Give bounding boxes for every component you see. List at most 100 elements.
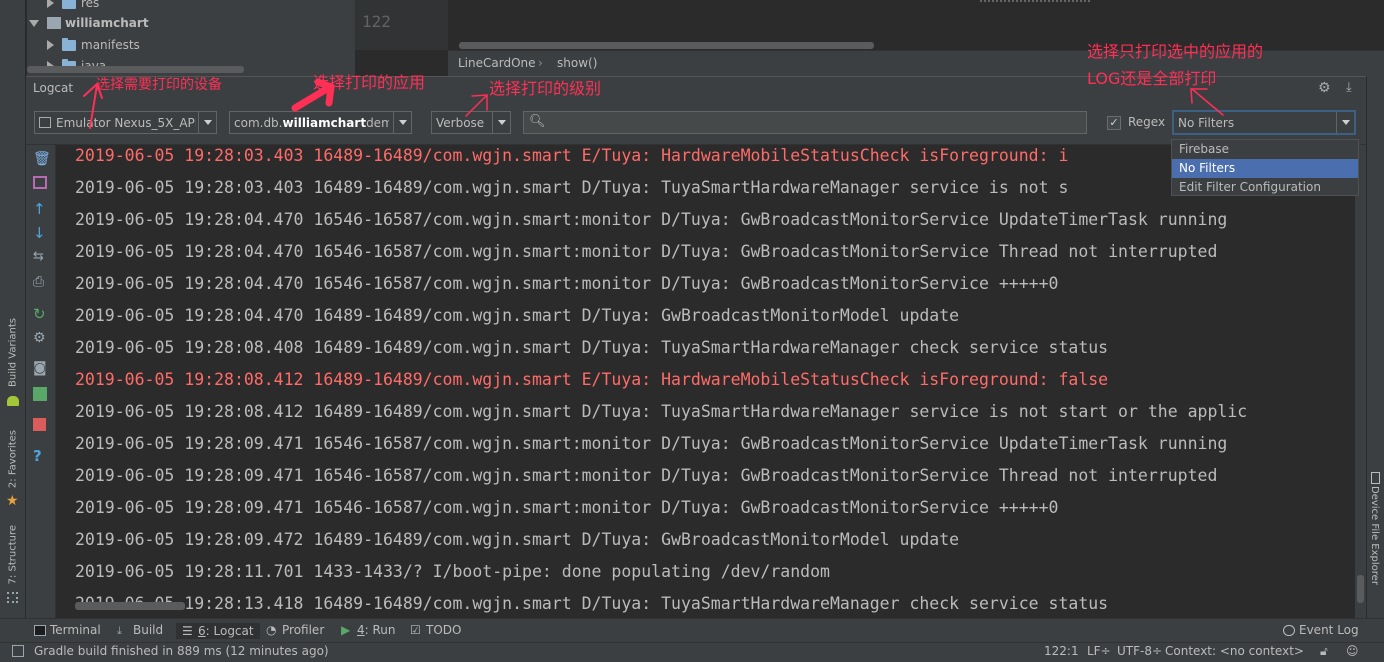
device-select-value: Emulator Nexus_5X_API	[56, 115, 196, 130]
log-line[interactable]: 2019-06-05 19:28:09.471 16546-16587/com.…	[75, 466, 1217, 485]
inspector-icon[interactable]: ☺	[1346, 644, 1359, 658]
build-variants-label: Build Variants	[7, 318, 19, 387]
annotation-device: 选择需要打印的设备	[96, 77, 222, 93]
regex-label: Regex	[1128, 115, 1166, 129]
build-variants-tab[interactable]: Build Variants	[3, 318, 23, 387]
chevron-down-icon[interactable]	[29, 19, 39, 27]
filter-select[interactable]: No Filters	[1172, 110, 1356, 135]
screen-record-icon[interactable]	[33, 387, 47, 401]
logcat-icon: ☰	[182, 623, 193, 638]
stop-icon[interactable]	[33, 418, 46, 431]
annotation-filter-line2: LOG还是全部打印	[1087, 69, 1217, 88]
app-package-prefix: com.db.	[234, 115, 283, 130]
filter-option-no-filters[interactable]: No Filters	[1172, 159, 1358, 178]
help-icon[interactable]: ?	[33, 447, 49, 465]
profiler-tab[interactable]: ◔ Profiler	[266, 623, 324, 637]
star-icon: ★	[6, 493, 19, 509]
device-explorer-icon	[1371, 472, 1380, 484]
file-encoding[interactable]: UTF-8÷	[1117, 644, 1162, 658]
right-tool-stripe: Device File Explorer	[1366, 76, 1384, 618]
filter-dropdown-menu: Firebase No Filters Edit Filter Configur…	[1171, 139, 1359, 196]
app-select[interactable]: com.db.williamchartdemo	[229, 111, 412, 134]
structure-tab[interactable]: 7: Structure	[3, 525, 23, 584]
log-line[interactable]: 2019-06-05 19:28:03.403 16489-16489/com.…	[75, 178, 1068, 197]
logcat-tab-mnemonic: 6	[198, 624, 206, 638]
vertical-scroll-thumb[interactable]	[1357, 575, 1364, 603]
caret-position[interactable]: 122:1	[1044, 644, 1079, 658]
log-line[interactable]: 2019-06-05 19:28:04.470 16546-16587/com.…	[75, 274, 1058, 293]
soft-wrap-icon[interactable]: ⇆	[33, 249, 49, 265]
log-line[interactable]: 2019-06-05 19:28:11.701 1433-1433/? I/bo…	[75, 562, 830, 581]
annotation-filter-line1: 选择只打印选中的应用的	[1087, 42, 1264, 61]
filter-option-edit-configuration[interactable]: Edit Filter Configuration	[1172, 178, 1358, 197]
log-line[interactable]: 2019-06-05 19:28:08.408 16489-16489/com.…	[75, 338, 1108, 357]
regex-checkbox[interactable]: ✓	[1107, 116, 1121, 130]
filter-option-firebase[interactable]: Firebase	[1172, 140, 1358, 159]
tree-item-williamchart[interactable]: williamchart	[29, 13, 149, 33]
device-file-explorer-tab[interactable]: Device File Explorer	[1369, 486, 1380, 585]
event-log-tab[interactable]: Event Log	[1283, 623, 1359, 637]
arrow-down-icon[interactable]: ↓	[33, 224, 49, 242]
arrow-up-icon[interactable]: ↑	[33, 200, 49, 218]
vertical-scrollbar[interactable]	[1355, 145, 1366, 618]
app-package-name: williamchart	[282, 115, 367, 130]
breadcrumb-class[interactable]: LineCardOne	[458, 56, 536, 70]
log-line[interactable]: 2019-06-05 19:28:08.412 16489-16489/com.…	[75, 370, 1108, 389]
log-line[interactable]: 2019-06-05 19:28:08.412 16489-16489/com.…	[75, 402, 1247, 421]
run-tab[interactable]: ▶ 4: Run	[341, 623, 396, 637]
tree-scrollbar[interactable]	[27, 66, 244, 73]
chevron-right-icon[interactable]	[47, 40, 54, 50]
search-icon: 🔍︎	[529, 114, 546, 129]
todo-tab-label: TODO	[426, 623, 462, 637]
logcat-tab-text: : Logcat	[205, 624, 254, 638]
status-message: Gradle build finished in 889 ms (12 minu…	[34, 644, 329, 658]
horizontal-scrollbar[interactable]	[75, 602, 185, 610]
annotation-app: 选择打印的应用	[313, 73, 426, 92]
chevron-right-icon[interactable]	[47, 0, 54, 8]
filter-select-value: No Filters	[1178, 115, 1235, 130]
run-tab-text: : Run	[364, 623, 396, 637]
hide-icon[interactable]: ⤓	[1346, 80, 1352, 95]
log-line[interactable]: 2019-06-05 19:28:09.471 16546-16587/com.…	[75, 434, 1227, 453]
lock-icon[interactable]: 🔓︎	[1320, 644, 1328, 659]
log-line[interactable]: 2019-06-05 19:28:04.470 16546-16587/com.…	[75, 242, 1217, 261]
tree-item-res[interactable]: res	[47, 0, 99, 13]
folder-icon	[62, 0, 76, 9]
context-indicator[interactable]: Context: <no context>	[1165, 644, 1304, 658]
terminal-tab[interactable]: Terminal	[34, 623, 101, 637]
search-input[interactable]: 🔍︎	[523, 111, 1087, 134]
log-line[interactable]: 2019-06-05 19:28:09.471 16546-16587/com.…	[75, 498, 1058, 517]
log-line[interactable]: 2019-06-05 19:28:04.470 16546-16587/com.…	[75, 210, 1227, 229]
log-line[interactable]: 2019-06-05 19:28:13.418 16489-16489/com.…	[75, 594, 1108, 613]
print-icon[interactable]: ⎙	[33, 274, 49, 290]
clear-logcat-icon[interactable]: 🗑︎	[33, 151, 51, 167]
log-line[interactable]: 2019-06-05 19:28:04.470 16489-16489/com.…	[75, 306, 959, 325]
editor-scrollbar[interactable]	[459, 42, 874, 49]
breadcrumb-separator: ›	[538, 56, 543, 70]
log-line[interactable]: 2019-06-05 19:28:03.403 16489-16489/com.…	[75, 146, 1068, 165]
editor-code-line	[980, 0, 1090, 2]
log-line[interactable]: 2019-06-05 19:28:09.472 16489-16489/com.…	[75, 530, 959, 549]
settings-icon[interactable]: ⚙	[33, 330, 49, 346]
structure-label: 7: Structure	[7, 525, 19, 585]
breadcrumb-method[interactable]: show()	[557, 56, 597, 70]
device-select[interactable]: Emulator Nexus_5X_API	[34, 111, 217, 134]
logcat-title: Logcat	[33, 81, 74, 95]
tree-item-manifests[interactable]: manifests	[47, 35, 140, 55]
gear-icon[interactable]: ⚙	[1318, 80, 1331, 96]
line-separator[interactable]: LF÷	[1087, 644, 1111, 658]
annotation-level: 选择打印的级别	[489, 79, 602, 98]
restart-icon[interactable]: ↻	[33, 305, 49, 323]
favorites-tab[interactable]: 2: Favorites	[3, 430, 23, 488]
todo-tab[interactable]: ☑ TODO	[410, 623, 461, 637]
status-toggle-icon[interactable]	[12, 645, 24, 657]
screenshot-icon[interactable]: ◙	[33, 360, 49, 376]
tree-item-label: williamchart	[65, 16, 149, 30]
scroll-to-end-icon[interactable]	[33, 176, 47, 189]
build-tab[interactable]: ⤓ Build	[117, 623, 163, 637]
favorites-label: 2: Favorites	[7, 430, 19, 489]
chevron-down-icon	[1336, 112, 1354, 133]
build-tab-label: Build	[133, 623, 164, 637]
logcat-tab[interactable]: ☰ 6: Logcat	[176, 623, 260, 639]
log-level-select[interactable]: Verbose	[431, 111, 511, 134]
